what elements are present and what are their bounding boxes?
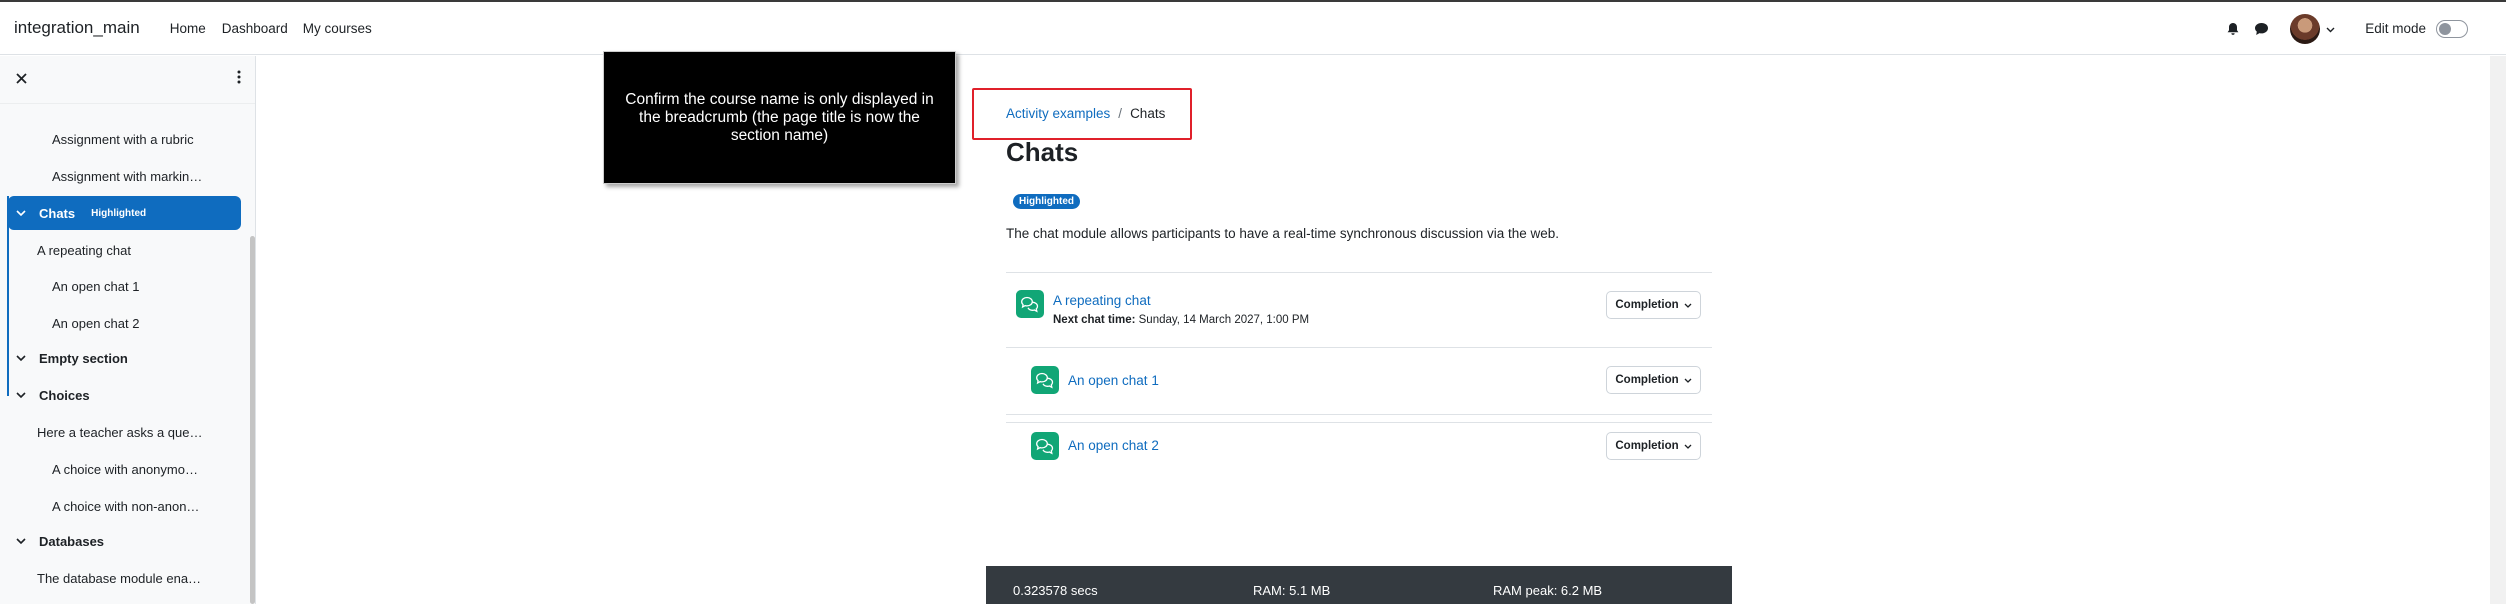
drawer-item-choice-anonymous[interactable]: A choice with anonymo… (0, 462, 248, 477)
drawer-section-label: Choices (39, 387, 90, 403)
chat-activity-icon (1016, 290, 1044, 318)
chevron-down-icon[interactable] (16, 391, 30, 399)
divider (1006, 347, 1712, 348)
next-chat-label: Next chat time: (1053, 314, 1136, 326)
drawer-section-databases[interactable]: Databases (0, 524, 248, 558)
messages-icon[interactable] (2250, 18, 2272, 40)
breadcrumb-course-link[interactable]: Activity examples (1006, 106, 1110, 121)
drawer-partial-item (0, 96, 248, 110)
drawer-item-open-chat-2[interactable]: An open chat 2 (0, 316, 248, 331)
drawer-section-label: Chats (39, 205, 76, 221)
breadcrumb-current: Chats (1130, 106, 1166, 121)
drawer-item-open-chat-1[interactable]: An open chat 1 (0, 279, 248, 294)
highlighted-badge: Highlighted (91, 207, 147, 219)
drawer-section-empty[interactable]: Empty section (0, 341, 248, 375)
activity-link[interactable]: An open chat 1 (1068, 373, 1159, 388)
navbar-user-area: Edit mode (2216, 2, 2468, 55)
nav-dashboard-link[interactable]: Dashboard (222, 21, 288, 36)
course-index-drawer: Assignment with a rubric Assignment with… (0, 56, 256, 604)
chevron-down-icon[interactable] (16, 209, 30, 217)
drawer-item-assignment-rubric[interactable]: Assignment with a rubric (0, 132, 248, 147)
divider (1006, 272, 1712, 273)
drawer-options-kebab-icon[interactable] (237, 70, 241, 89)
performance-footer: 0.323578 secs RAM: 5.1 MB RAM peak: 6.2 … (986, 566, 1732, 604)
activity-item-repeating-chat: A repeating chat Next chat time: Sunday,… (1006, 274, 1712, 334)
nav-home-link[interactable]: Home (170, 21, 206, 36)
drawer-section-label: Databases (39, 533, 105, 549)
completion-label: Completion (1615, 299, 1679, 311)
drawer-item-repeating-chat[interactable]: A repeating chat (0, 243, 248, 258)
completion-label: Completion (1615, 374, 1679, 386)
breadcrumb: Activity examples / Chats (1006, 106, 1165, 121)
breadcrumb-separator: / (1118, 106, 1123, 121)
completion-dropdown-button[interactable]: Completion (1606, 366, 1701, 394)
drawer-section-choices[interactable]: Choices (0, 378, 248, 412)
drawer-section-chats[interactable]: Chats Highlighted (8, 196, 241, 230)
next-chat-value: Sunday, 14 March 2027, 1:00 PM (1138, 314, 1310, 326)
drawer-item-teacher-asks[interactable]: Here a teacher asks a que… (0, 425, 248, 440)
chat-activity-icon (1031, 432, 1059, 460)
drawer-item-choice-non-anonymous[interactable]: A choice with non-anon… (0, 499, 248, 514)
activity-link[interactable]: A repeating chat (1053, 293, 1151, 308)
page-title: Chats (1006, 137, 1079, 167)
completion-dropdown-button[interactable]: Completion (1606, 432, 1701, 460)
activity-item-open-chat-1: An open chat 1 Completion (1006, 350, 1712, 410)
chevron-down-icon (1684, 378, 1692, 383)
footer-ram: RAM: 5.1 MB (1253, 583, 1331, 598)
section-summary: The chat module allows participants to h… (1006, 226, 1560, 241)
activity-item-open-chat-2: An open chat 2 Completion (1006, 416, 1712, 476)
drawer-section-label: Empty section (39, 350, 128, 366)
highlighted-badge: Highlighted (1013, 194, 1080, 209)
user-tour-step: Confirm the course name is only displaye… (603, 51, 956, 184)
edit-mode-toggle[interactable] (2436, 19, 2468, 38)
top-navbar: integration_main Home Dashboard My cours… (0, 0, 2506, 55)
chevron-down-icon (1684, 444, 1692, 449)
completion-dropdown-button[interactable]: Completion (1606, 291, 1701, 319)
site-name[interactable]: integration_main (14, 18, 140, 38)
user-avatar[interactable] (2290, 13, 2321, 44)
drawer-scrollbar[interactable] (250, 236, 255, 604)
footer-ram-peak: RAM peak: 6.2 MB (1493, 583, 1603, 598)
chat-activity-icon (1031, 366, 1059, 394)
chevron-down-icon (1684, 303, 1692, 308)
chevron-down-icon[interactable] (16, 537, 30, 545)
completion-label: Completion (1615, 440, 1679, 452)
page-scrollbar[interactable] (2490, 56, 2506, 604)
drawer-item-assignment-marking[interactable]: Assignment with markin… (0, 169, 248, 184)
close-drawer-icon[interactable] (16, 71, 27, 89)
nav-my-courses-link[interactable]: My courses (303, 21, 372, 36)
divider (1006, 414, 1712, 415)
edit-mode-label: Edit mode (2365, 21, 2426, 36)
footer-time: 0.323578 secs (1013, 583, 1098, 598)
chevron-down-icon[interactable] (16, 354, 30, 362)
user-menu-chevron-down-icon[interactable] (2326, 20, 2335, 38)
drawer-item-database-module[interactable]: The database module ena… (0, 571, 248, 586)
next-chat-time: Next chat time: Sunday, 14 March 2027, 1… (1053, 314, 1309, 326)
tour-step-text: Confirm the course name is only displaye… (625, 90, 934, 144)
activity-link[interactable]: An open chat 2 (1068, 438, 1159, 453)
notifications-bell-icon[interactable] (2222, 18, 2244, 40)
